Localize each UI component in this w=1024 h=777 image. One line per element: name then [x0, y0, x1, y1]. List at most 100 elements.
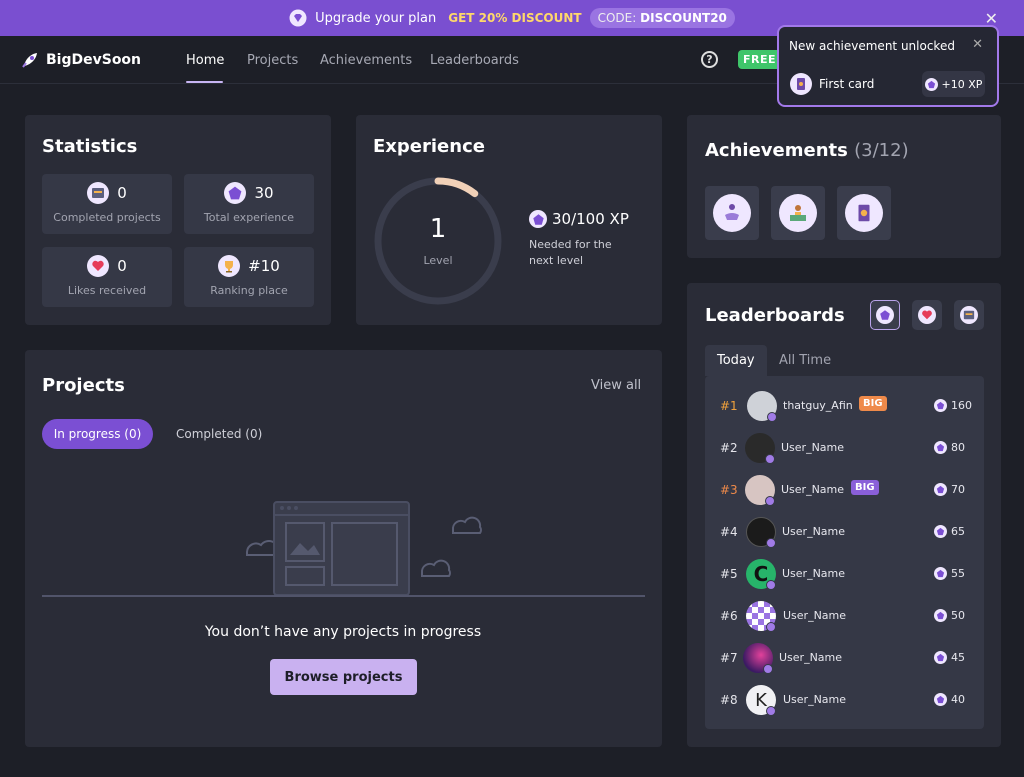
leaderboard-row[interactable]: #1 thatguy_Afin BIG 160 [705, 390, 984, 422]
stat-ranking-place: #10 Ranking place [184, 247, 314, 307]
username: User_Name [779, 651, 843, 664]
xp-gem-icon [924, 77, 938, 91]
help-icon[interactable]: ? [701, 51, 718, 68]
level-gem-icon [766, 706, 776, 716]
stat-value: 30 [254, 184, 274, 202]
heart-icon [918, 306, 936, 324]
projects-title: Projects [42, 375, 125, 396]
card-icon [845, 194, 883, 232]
xp-gem-icon [934, 525, 947, 538]
level-label: Level [423, 254, 453, 267]
tab-completed[interactable]: Completed (0) [176, 427, 262, 441]
level-gem-icon [763, 664, 773, 674]
points-value: 50 [951, 609, 965, 622]
project-icon [960, 306, 978, 324]
stat-value: #10 [248, 257, 280, 275]
achievement-badge[interactable] [837, 186, 891, 240]
level-gem-icon [766, 580, 776, 590]
achievement-toast: New achievement unlocked ✕ First card +1… [777, 25, 999, 107]
leaderboard-row[interactable]: #3 User_Name BIG 70 [705, 474, 984, 506]
browse-projects-button[interactable]: Browse projects [270, 659, 417, 695]
toast-title: New achievement unlocked [789, 39, 955, 53]
card-achievement-icon [790, 73, 812, 95]
points: 80 [934, 441, 965, 454]
username: User_Name [782, 525, 846, 538]
username: User_Name [783, 609, 847, 622]
points-value: 70 [951, 483, 965, 496]
logo-text: BigDevSoon [46, 52, 142, 68]
nav-achievements[interactable]: Achievements [320, 53, 412, 68]
stat-label: Completed projects [53, 211, 161, 224]
gem-icon [289, 9, 307, 27]
stat-label: Total experience [203, 211, 295, 224]
tab-all-time[interactable]: All Time [779, 353, 831, 368]
filter-xp-button[interactable] [870, 300, 900, 330]
xp-gem-icon [529, 210, 547, 228]
free-plan-badge[interactable]: FREE [738, 50, 782, 69]
points: 65 [934, 525, 965, 538]
username: User_Name [782, 567, 846, 580]
empty-state-divider [42, 595, 645, 597]
toast-close-icon[interactable]: ✕ [972, 37, 983, 52]
nav-projects[interactable]: Projects [247, 53, 298, 68]
points: 40 [934, 693, 965, 706]
xp-gem-icon [934, 399, 947, 412]
tab-today[interactable]: Today [717, 353, 755, 368]
stat-completed-projects: 0 Completed projects [42, 174, 172, 234]
rank: #2 [720, 441, 738, 455]
points-value: 45 [951, 651, 965, 664]
points: 50 [934, 609, 965, 622]
leaderboard-row[interactable]: #6 User_Name 50 [705, 600, 984, 632]
filter-projects-button[interactable] [954, 300, 984, 330]
banner-discount: GET 20% DISCOUNT [448, 11, 582, 25]
stat-label: Ranking place [210, 284, 288, 297]
nav-home[interactable]: Home [186, 53, 224, 68]
level-gem-icon [765, 496, 775, 506]
level-number: 1 [429, 214, 447, 244]
achievement-badge[interactable] [771, 186, 825, 240]
level-gem-icon [766, 622, 776, 632]
points: 70 [934, 483, 965, 496]
rank: #4 [720, 525, 738, 539]
username: User_Name [781, 441, 845, 454]
big-badge: BIG [851, 480, 879, 495]
achievements-count: (3/12) [854, 140, 909, 161]
toast-achievement-name: First card [819, 77, 875, 91]
empty-state-illustration [246, 501, 482, 596]
logo[interactable]: BigDevSoon [20, 50, 141, 70]
meditation-icon [713, 194, 751, 232]
trophy-icon [218, 255, 241, 277]
leaderboards-title: Leaderboards [705, 305, 845, 326]
rank: #8 [720, 693, 738, 707]
rank: #6 [720, 609, 738, 623]
view-all-link[interactable]: View all [591, 378, 641, 393]
big-badge: BIG [859, 396, 887, 411]
leaderboard-row[interactable]: #5 C User_Name 55 [705, 558, 984, 590]
stat-value: 0 [117, 257, 127, 275]
filter-likes-button[interactable] [912, 300, 942, 330]
toast-xp-badge: +10 XP [922, 71, 985, 97]
achievement-badge[interactable] [705, 186, 759, 240]
empty-state-text: You don’t have any projects in progress [204, 624, 482, 640]
rank: #1 [720, 399, 738, 413]
nav-leaderboards[interactable]: Leaderboards [430, 53, 519, 68]
level-gem-icon [765, 454, 775, 464]
points: 55 [934, 567, 965, 580]
leaderboard-row[interactable]: #8 K User_Name 40 [705, 684, 984, 716]
statistics-title: Statistics [42, 136, 138, 157]
rank: #5 [720, 567, 738, 581]
xp-gem-icon [934, 651, 947, 664]
rank: #3 [720, 483, 738, 497]
project-icon [87, 182, 110, 204]
username: User_Name [783, 693, 847, 706]
tab-in-progress[interactable]: In progress (0) [42, 419, 153, 449]
leaderboard-row[interactable]: #4 User_Name 65 [705, 516, 984, 548]
leaderboard-row[interactable]: #7 User_Name 45 [705, 642, 984, 674]
heart-icon [87, 255, 110, 277]
points-value: 80 [951, 441, 965, 454]
achievements-title: Achievements (3/12) [705, 140, 909, 161]
code-prefix: CODE: [597, 11, 637, 25]
leaderboard-row[interactable]: #2 User_Name 80 [705, 432, 984, 464]
level-gem-icon [767, 412, 777, 422]
points: 160 [934, 399, 972, 412]
